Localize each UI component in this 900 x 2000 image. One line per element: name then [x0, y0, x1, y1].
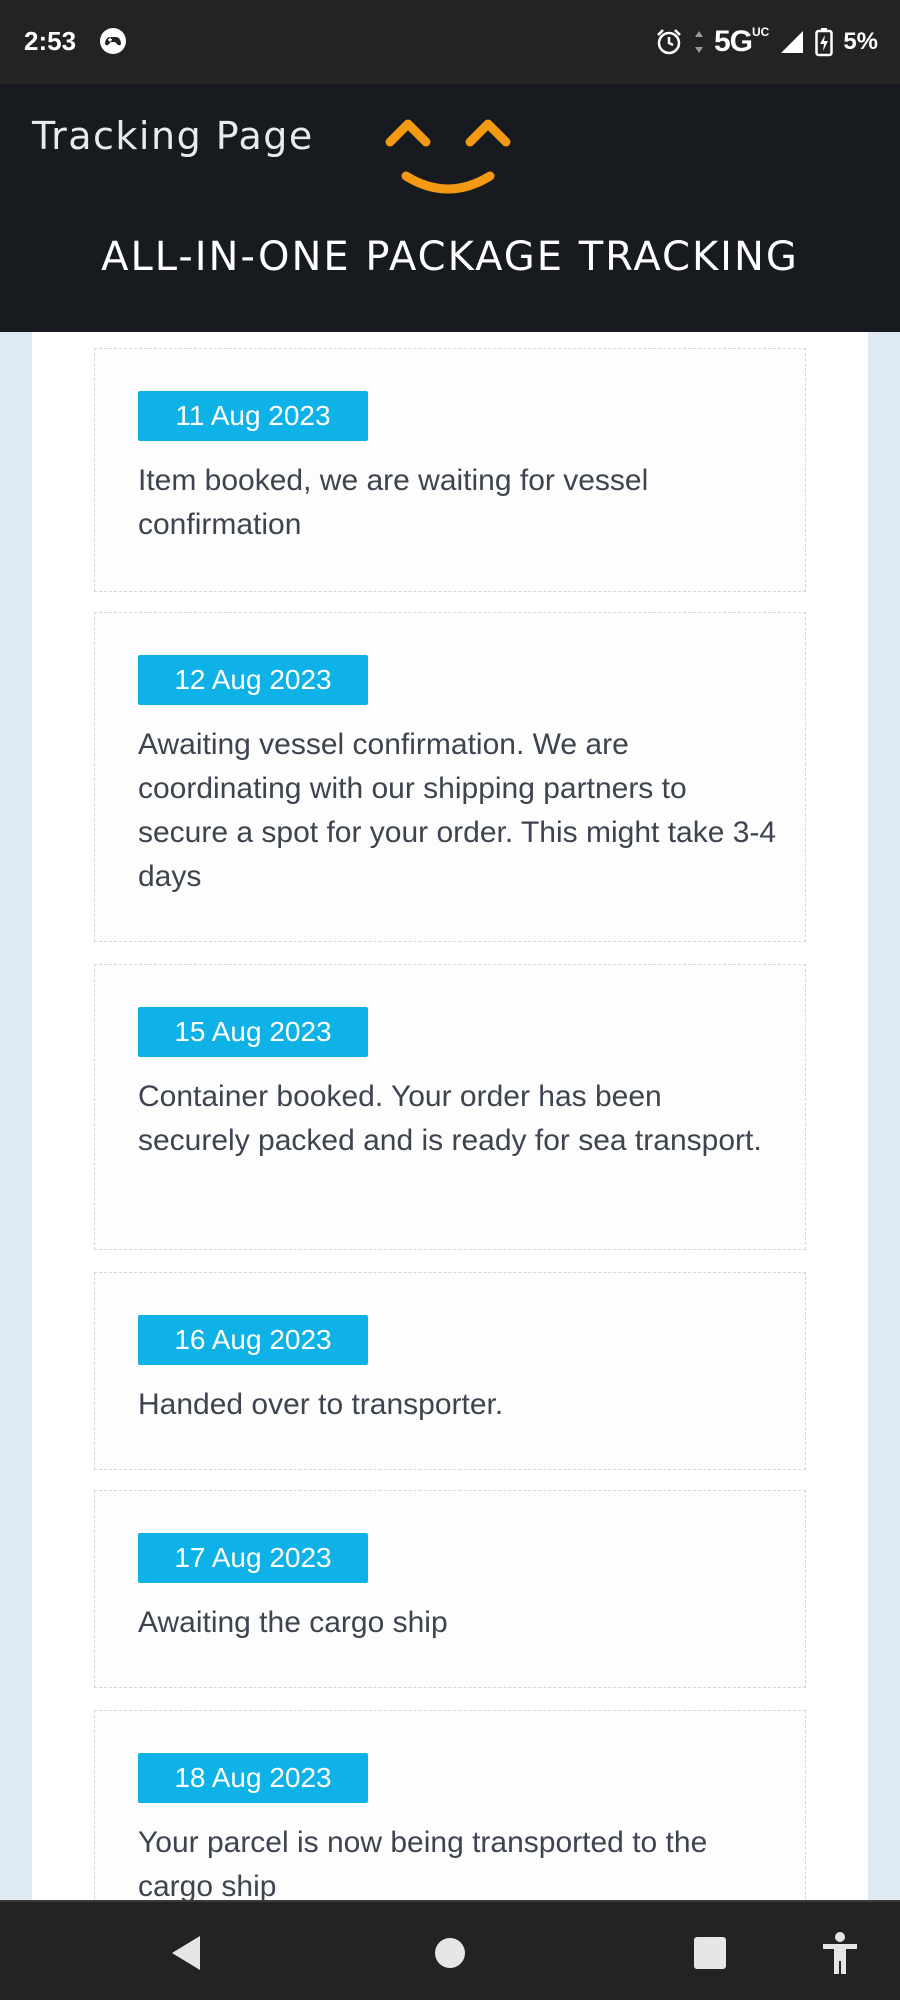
battery-charging-icon [815, 28, 834, 57]
timeline-item: 16 Aug 2023 Handed over to transporter. [94, 1272, 806, 1470]
smiley-logo [385, 119, 511, 194]
timeline-item: 11 Aug 2023 Item booked, we are waiting … [94, 348, 806, 592]
accessibility-icon[interactable] [815, 1928, 865, 1978]
home-icon[interactable] [425, 1928, 475, 1978]
timeline-text: Item booked, we are waiting for vessel c… [138, 464, 649, 541]
timeline-text: Container booked. Your order has been se… [138, 1080, 762, 1157]
page-header: Tracking Page ALL-IN-ONE PACKAGE TRACKIN… [0, 84, 900, 332]
navigation-bar [0, 1900, 900, 2000]
timeline-item: 17 Aug 2023 Awaiting the cargo ship [94, 1490, 806, 1688]
page-title: Tracking Page [32, 114, 314, 158]
status-bar: 2:53 5GUC 5% [0, 0, 900, 84]
timeline-text: Awaiting the cargo ship [138, 1606, 448, 1639]
signal-icon [781, 31, 804, 53]
date-badge: 15 Aug 2023 [138, 1007, 368, 1057]
timeline-text: Handed over to transporter. [138, 1388, 504, 1421]
date-badge: 17 Aug 2023 [138, 1533, 368, 1583]
game-controller-icon [100, 28, 126, 54]
page-subtitle: ALL-IN-ONE PACKAGE TRACKING [101, 234, 799, 280]
timeline-item: 12 Aug 2023 Awaiting vessel confirmation… [94, 612, 806, 942]
battery-percent: 5% [843, 28, 878, 55]
timeline-item: 18 Aug 2023 Your parcel is now being tra… [94, 1710, 806, 1900]
timeline-text: Your parcel is now being transported to … [138, 1826, 708, 1900]
back-icon[interactable] [164, 1928, 214, 1978]
status-time: 2:53 [24, 26, 77, 56]
timeline-container: 11 Aug 2023 Item booked, we are waiting … [32, 332, 868, 1900]
status-right: 5GUC 5% [654, 24, 878, 60]
network-sup: UC [751, 25, 770, 39]
timeline-item: 15 Aug 2023 Container booked. Your order… [94, 964, 806, 1250]
data-arrows-icon [694, 31, 703, 53]
date-badge: 11 Aug 2023 [138, 391, 368, 441]
date-badge: 18 Aug 2023 [138, 1753, 368, 1803]
date-badge: 12 Aug 2023 [138, 655, 368, 705]
network-type: 5GUC [713, 25, 770, 58]
date-badge: 16 Aug 2023 [138, 1315, 368, 1365]
alarm-icon [657, 29, 681, 55]
recents-icon[interactable] [685, 1928, 735, 1978]
timeline-text: Awaiting vessel confirmation. We are coo… [138, 728, 777, 893]
